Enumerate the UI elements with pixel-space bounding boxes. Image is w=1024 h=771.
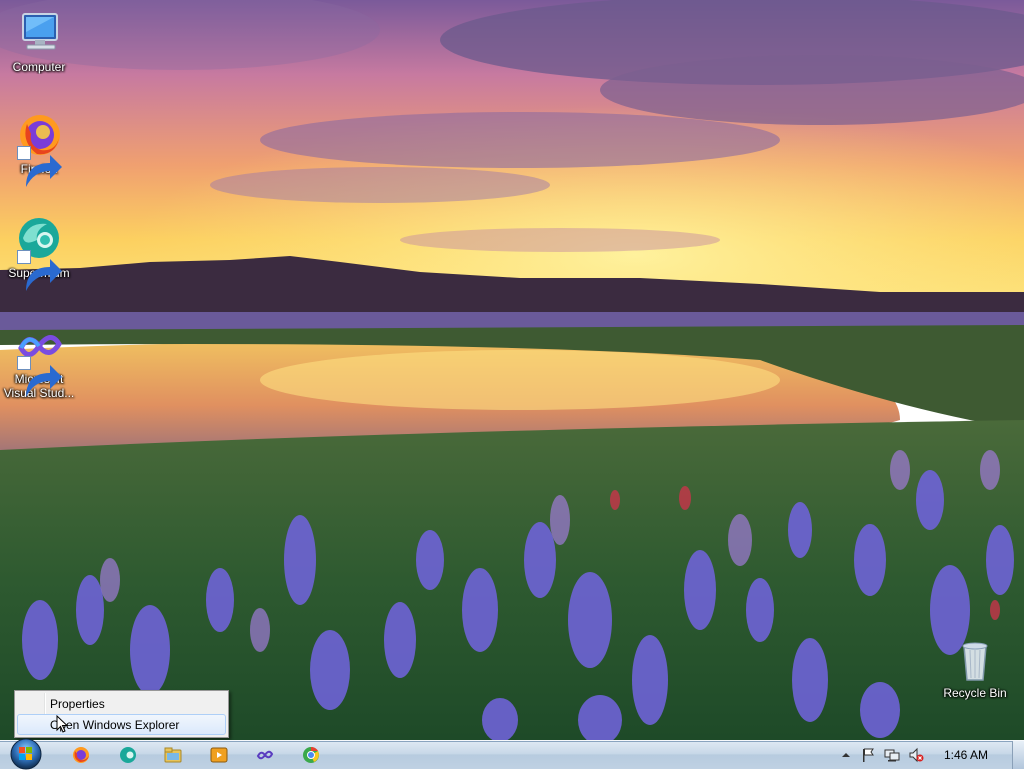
shortcut-arrow-icon — [17, 356, 62, 397]
context-menu: Properties Open Windows Explorer — [14, 690, 229, 738]
show-hidden-icons[interactable] — [838, 747, 854, 763]
visual-studio-icon — [15, 322, 63, 397]
desktop-icon-label: Computer — [12, 60, 66, 74]
system-clock[interactable]: 1:46 AM — [936, 741, 996, 769]
desktop-icon-visual-studio[interactable]: Microsoft Visual Stud... — [1, 322, 77, 400]
chrome-icon — [303, 746, 319, 763]
supermium-icon — [15, 216, 63, 291]
desktop-icon-recycle-bin[interactable]: Recycle Bin — [937, 636, 1013, 700]
desktop-icon-computer[interactable]: Computer — [1, 10, 77, 74]
shortcut-arrow-icon — [17, 146, 62, 187]
action-center-flag-icon[interactable] — [860, 747, 876, 763]
media-player-icon — [210, 747, 228, 763]
explorer-icon — [164, 747, 182, 763]
supermium-icon — [120, 747, 136, 763]
shortcut-arrow-icon — [17, 250, 62, 291]
wallpaper-landscape — [0, 0, 1024, 740]
computer-icon — [15, 10, 63, 58]
taskbar-visual-studio[interactable] — [250, 743, 280, 767]
taskbar-media-player[interactable] — [204, 743, 234, 767]
taskbar-windows-explorer[interactable] — [158, 743, 188, 767]
firefox-icon — [15, 112, 63, 187]
volume-muted-icon[interactable] — [908, 747, 924, 763]
taskbar-firefox[interactable] — [66, 743, 96, 767]
menu-item-open-windows-explorer[interactable]: Open Windows Explorer — [17, 714, 226, 735]
start-button[interactable] — [6, 735, 46, 771]
taskbar: 1:46 AM — [0, 738, 1024, 770]
notification-area: 1:46 AM — [834, 741, 1024, 769]
recycle-bin-icon — [951, 636, 999, 684]
desktop-icon-supermium[interactable]: Supermium — [1, 216, 77, 291]
desktop[interactable]: Computer Firefox — [0, 0, 1024, 740]
taskbar-supermium[interactable] — [113, 743, 143, 767]
desktop-icon-label: Recycle Bin — [943, 686, 1007, 700]
menu-item-properties[interactable]: Properties — [17, 693, 226, 714]
taskbar-chrome[interactable] — [296, 743, 326, 767]
desktop-icon-firefox[interactable]: Firefox — [1, 112, 77, 187]
network-icon[interactable] — [884, 747, 900, 763]
visual-studio-icon — [256, 750, 274, 760]
mouse-cursor-icon — [56, 715, 68, 733]
show-desktop-button[interactable] — [1012, 741, 1024, 769]
firefox-icon — [73, 747, 89, 763]
